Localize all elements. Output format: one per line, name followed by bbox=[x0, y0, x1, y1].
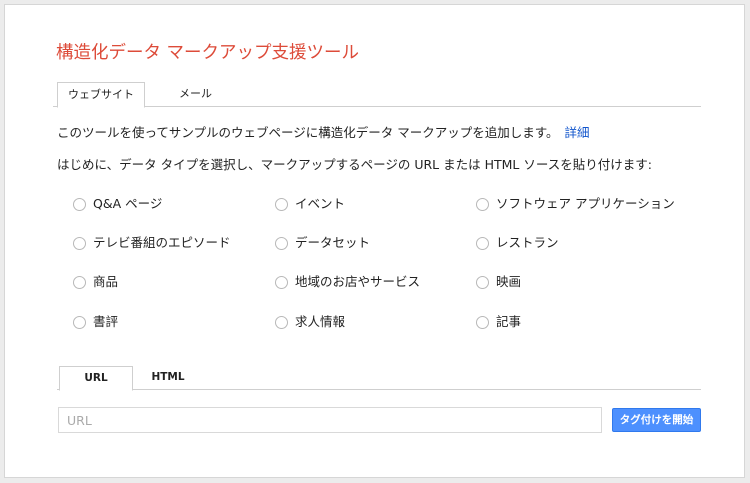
radio-label: 求人情報 bbox=[295, 313, 346, 329]
radio-label: レストラン bbox=[496, 234, 559, 250]
page-title: 構造化データ マークアップ支援ツール bbox=[56, 43, 360, 63]
radio-circle-icon[interactable] bbox=[73, 236, 86, 250]
source-tabs: URL HTML bbox=[57, 366, 701, 391]
radio-circle-icon[interactable] bbox=[476, 315, 489, 329]
radio-job-posting[interactable]: 求人情報 bbox=[275, 310, 345, 330]
tab-url[interactable]: URL bbox=[59, 366, 133, 391]
radio-circle-icon[interactable] bbox=[73, 197, 86, 211]
radio-label: ソフトウェア アプリケーション bbox=[496, 195, 675, 211]
radio-software-app[interactable]: ソフトウェア アプリケーション bbox=[476, 192, 675, 212]
radio-qa-page[interactable]: Q&A ページ bbox=[73, 192, 162, 212]
radio-circle-icon[interactable] bbox=[73, 315, 86, 329]
radio-label: データセット bbox=[295, 234, 371, 250]
start-tagging-button[interactable]: タグ付けを開始 bbox=[612, 408, 701, 432]
radio-circle-icon[interactable] bbox=[476, 197, 489, 211]
radio-dataset[interactable]: データセット bbox=[275, 231, 370, 251]
radio-event[interactable]: イベント bbox=[275, 192, 345, 212]
radio-label: Q&A ページ bbox=[93, 195, 163, 211]
radio-label: 映画 bbox=[496, 273, 522, 289]
radio-book-review[interactable]: 書評 bbox=[73, 310, 118, 330]
radio-label: イベント bbox=[295, 195, 346, 211]
radio-product[interactable]: 商品 bbox=[73, 270, 118, 290]
radio-article[interactable]: 記事 bbox=[476, 310, 521, 330]
radio-circle-icon[interactable] bbox=[476, 236, 489, 250]
radio-label: 記事 bbox=[496, 313, 522, 329]
radio-restaurant[interactable]: レストラン bbox=[476, 231, 559, 251]
radio-circle-icon[interactable] bbox=[275, 275, 288, 289]
tab-email[interactable]: メール bbox=[165, 82, 226, 107]
intro-sentence: このツールを使ってサンプルのウェブページに構造化データ マークアップを追加します… bbox=[57, 125, 559, 140]
radio-circle-icon[interactable] bbox=[476, 275, 489, 289]
radio-tv-episode[interactable]: テレビ番組のエピソード bbox=[73, 231, 231, 251]
mode-tabs: ウェブサイト メール bbox=[53, 82, 701, 108]
radio-label: 商品 bbox=[93, 273, 119, 289]
radio-circle-icon[interactable] bbox=[275, 315, 288, 329]
radio-circle-icon[interactable] bbox=[275, 197, 288, 211]
radio-label: 書評 bbox=[93, 313, 119, 329]
details-link[interactable]: 詳細 bbox=[564, 125, 589, 140]
radio-circle-icon[interactable] bbox=[73, 275, 86, 289]
radio-label: テレビ番組のエピソード bbox=[93, 234, 231, 250]
tab-html[interactable]: HTML bbox=[143, 366, 193, 390]
radio-movie[interactable]: 映画 bbox=[476, 270, 521, 290]
tab-website[interactable]: ウェブサイト bbox=[57, 82, 145, 108]
radio-circle-icon[interactable] bbox=[275, 236, 288, 250]
radio-local-business[interactable]: 地域のお店やサービス bbox=[275, 270, 420, 290]
instruction-text: はじめに、データ タイプを選択し、マークアップするページの URL または HT… bbox=[57, 157, 652, 172]
main-card: 構造化データ マークアップ支援ツール ウェブサイト メール このツールを使ってサ… bbox=[4, 4, 745, 478]
radio-label: 地域のお店やサービス bbox=[295, 273, 421, 289]
intro-text: このツールを使ってサンプルのウェブページに構造化データ マークアップを追加します… bbox=[57, 122, 590, 141]
url-input[interactable] bbox=[58, 407, 602, 433]
